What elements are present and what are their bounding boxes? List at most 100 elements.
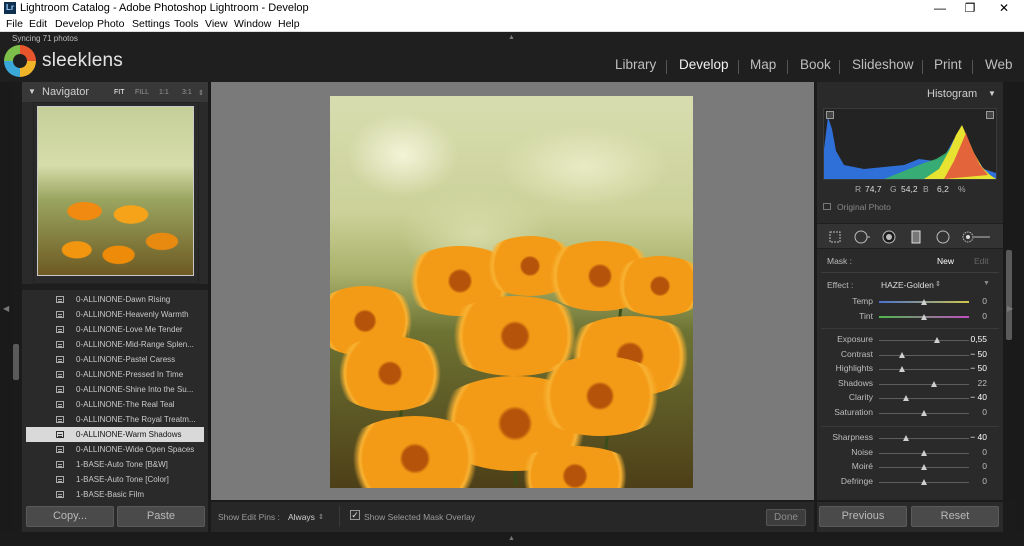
preset-item[interactable]: 0-ALLINONE-Dawn Rising xyxy=(26,292,204,307)
previous-button[interactable]: Previous xyxy=(819,506,907,527)
menu-settings[interactable]: Settings xyxy=(132,18,170,30)
slider-clarity[interactable]: Clarity − 40 xyxy=(817,392,997,405)
slider-thumb-icon[interactable] xyxy=(921,464,927,471)
preset-item[interactable]: 0-ALLINONE-The Real Teal xyxy=(26,397,204,412)
slider-thumb-icon[interactable] xyxy=(921,478,927,485)
slider-shadows[interactable]: Shadows 22 xyxy=(817,378,997,391)
collapse-right-panel-icon[interactable]: ▶ xyxy=(1007,304,1013,313)
slider-thumb-icon[interactable] xyxy=(921,299,927,305)
slider-track[interactable] xyxy=(879,354,969,356)
spot-removal-icon[interactable] xyxy=(854,229,870,245)
preset-item-selected[interactable]: 0-ALLINONE-Warm Shadows xyxy=(26,427,204,442)
slider-thumb-icon[interactable] xyxy=(921,313,927,320)
crop-icon[interactable] xyxy=(827,229,843,245)
collapse-left-panel-icon[interactable]: ◀ xyxy=(3,304,9,313)
done-button[interactable]: Done xyxy=(766,509,806,526)
preset-item[interactable]: 0-ALLINONE-Mid-Range Splen... xyxy=(26,337,204,352)
menu-tools[interactable]: Tools xyxy=(174,18,199,30)
slider-defringe[interactable]: Defringe 0 xyxy=(817,476,997,489)
slider-track[interactable] xyxy=(879,369,969,371)
left-panel-strip[interactable]: ◀ xyxy=(0,82,19,532)
slider-track[interactable] xyxy=(879,340,969,341)
slider-contrast[interactable]: Contrast − 50 xyxy=(817,349,997,362)
slider-thumb-icon[interactable] xyxy=(933,337,940,343)
module-map[interactable]: Map xyxy=(750,57,776,72)
menu-file[interactable]: File xyxy=(6,18,23,30)
preset-item[interactable]: 0-ALLINONE-Pressed In Time xyxy=(26,367,204,382)
histogram-graph[interactable] xyxy=(823,108,997,180)
collapse-triangle-icon[interactable]: ▼ xyxy=(28,87,36,96)
dropdown-arrow-icon[interactable]: ⇕ xyxy=(935,280,941,288)
mask-new-button[interactable]: New xyxy=(937,256,954,266)
slider-moir[interactable]: Moiré 0 xyxy=(817,461,997,474)
red-eye-icon[interactable] xyxy=(881,229,897,245)
slider-track[interactable] xyxy=(879,398,969,400)
navigator-header[interactable]: ▼ Navigator FIT FILL 1:1 3:1 ⇕ xyxy=(22,82,208,102)
module-library[interactable]: Library xyxy=(615,57,656,72)
dropdown-arrow-icon[interactable]: ⇕ xyxy=(318,513,324,521)
zoom-fit[interactable]: FIT xyxy=(114,89,125,96)
menu-photo[interactable]: Photo xyxy=(97,18,124,30)
module-slideshow[interactable]: Slideshow xyxy=(852,57,914,72)
filmstrip-toggle-strip[interactable]: ▲ xyxy=(0,532,1024,546)
adjustment-brush-icon[interactable] xyxy=(962,229,992,245)
left-scrollbar-thumb[interactable] xyxy=(13,344,19,380)
graduated-filter-icon[interactable] xyxy=(908,229,924,245)
zoom-fill[interactable]: FILL xyxy=(135,89,149,96)
scrollbar-thumb[interactable] xyxy=(1006,250,1012,340)
slider-thumb-icon[interactable] xyxy=(921,410,927,416)
menu-help[interactable]: Help xyxy=(278,18,300,30)
slider-thumb-icon[interactable] xyxy=(898,351,905,358)
preset-item[interactable]: 1-BASE-Auto Tone [Color] xyxy=(26,472,204,487)
minimize-button[interactable]: — xyxy=(926,0,954,17)
collapse-top-panel-icon[interactable]: ▲ xyxy=(508,34,515,41)
copy-button[interactable]: Copy... xyxy=(26,506,114,527)
mask-overlay-checkbox[interactable]: ✓ xyxy=(350,510,360,520)
slider-value[interactable]: 0 xyxy=(957,311,987,321)
slider-saturation[interactable]: Saturation 0 xyxy=(817,407,997,420)
module-web[interactable]: Web xyxy=(985,57,1013,72)
module-book[interactable]: Book xyxy=(800,57,831,72)
module-print[interactable]: Print xyxy=(934,57,962,72)
preset-item[interactable]: 0-ALLINONE-Love Me Tender xyxy=(26,322,204,337)
slider-sharpness[interactable]: Sharpness − 40 xyxy=(817,432,997,445)
slider-value[interactable]: − 40 xyxy=(957,432,987,442)
preset-item[interactable]: 0-ALLINONE-Wide Open Spaces xyxy=(26,442,204,457)
slider-thumb-icon[interactable] xyxy=(903,435,909,441)
slider-highlights[interactable]: Highlights − 50 xyxy=(817,363,997,376)
effect-menu-triangle-icon[interactable]: ▼ xyxy=(983,280,990,287)
slider-thumb-icon[interactable] xyxy=(903,395,909,402)
menu-window[interactable]: Window xyxy=(234,18,271,30)
zoom-more-icon[interactable]: ⇕ xyxy=(198,89,204,97)
slider-thumb-icon[interactable] xyxy=(898,366,905,373)
slider-track[interactable] xyxy=(879,438,969,439)
preset-item[interactable]: 0-ALLINONE-The Royal Treatm... xyxy=(26,412,204,427)
collapse-triangle-icon[interactable]: ▼ xyxy=(988,89,996,98)
slider-value[interactable]: 0 xyxy=(957,407,987,417)
slider-value[interactable]: 0 xyxy=(957,461,987,471)
effect-dropdown[interactable]: HAZE-Golden xyxy=(881,280,934,290)
edit-pins-dropdown[interactable]: Always xyxy=(288,512,315,522)
zoom-3-1[interactable]: 3:1 xyxy=(182,89,192,96)
menu-view[interactable]: View xyxy=(205,18,228,30)
expand-filmstrip-icon[interactable]: ▲ xyxy=(508,535,515,542)
menu-develop[interactable]: Develop xyxy=(55,18,94,30)
slider-value[interactable]: 0 xyxy=(957,296,987,306)
preset-item[interactable]: 0-ALLINONE-Shine Into the Su... xyxy=(26,382,204,397)
slider-value[interactable]: 0 xyxy=(957,447,987,457)
slider-tint[interactable]: Tint 0 xyxy=(817,311,997,324)
histogram-header[interactable]: Histogram ▼ xyxy=(817,86,1003,104)
preset-item[interactable]: 0-ALLINONE-Heavenly Warmth xyxy=(26,307,204,322)
mask-edit-button[interactable]: Edit xyxy=(974,256,989,266)
module-develop[interactable]: Develop xyxy=(679,57,729,72)
original-photo-checkbox[interactable] xyxy=(823,203,831,210)
maximize-button[interactable]: ❐ xyxy=(956,0,984,17)
photo-canvas[interactable] xyxy=(211,82,814,500)
slider-track[interactable] xyxy=(879,383,969,385)
slider-value[interactable]: − 50 xyxy=(957,363,987,373)
slider-value[interactable]: − 50 xyxy=(957,349,987,359)
slider-thumb-icon[interactable] xyxy=(921,449,927,456)
slider-noise[interactable]: Noise 0 xyxy=(817,447,997,460)
reset-button[interactable]: Reset xyxy=(911,506,999,527)
radial-filter-icon[interactable] xyxy=(935,229,951,245)
